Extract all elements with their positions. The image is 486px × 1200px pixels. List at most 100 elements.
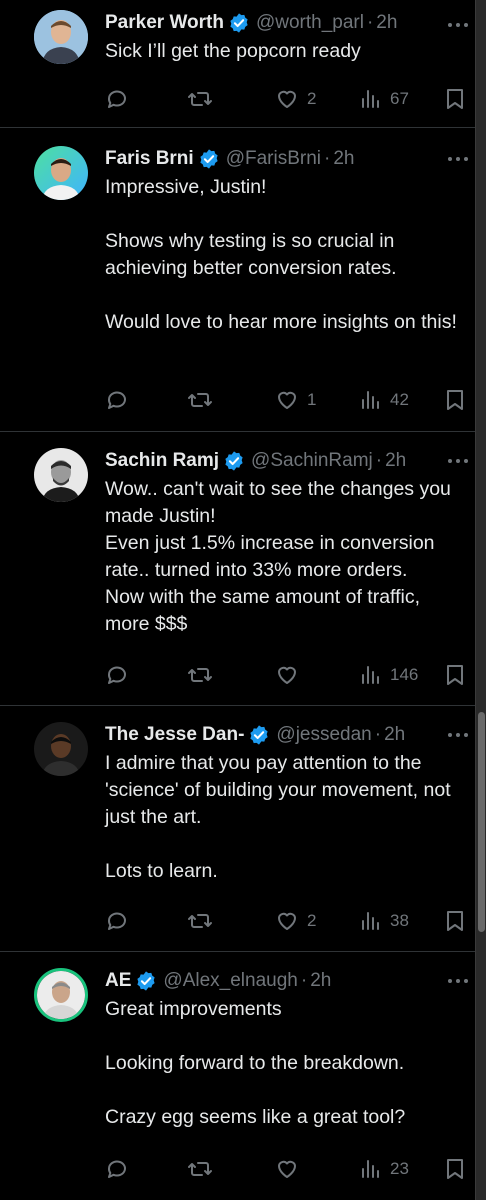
timestamp[interactable]: 2h [333,148,354,170]
like-button[interactable]: 2 [275,86,316,112]
views-icon [362,1160,379,1178]
views-button[interactable]: 38 [360,908,409,934]
verified-badge-icon [137,971,156,991]
bookmark-button[interactable] [445,1156,465,1182]
tweet-text: Wow.. can't wait to see the changes you … [105,478,451,635]
reply-button[interactable] [105,387,129,413]
views-button[interactable]: 67 [360,86,409,112]
tweet-text: Great improvements Looking forward to th… [105,998,406,1128]
like-button[interactable]: 2 [275,908,316,934]
view-count: 42 [390,390,409,409]
like-button[interactable] [275,662,307,688]
views-icon [362,391,379,409]
tweet-faris-brni[interactable]: Faris Brni @FarisBrni · 2h Impressive, J… [0,128,476,432]
verified-badge-icon [250,725,269,745]
retweet-button[interactable] [187,1156,213,1182]
action-bar: 2 67 [105,86,465,112]
handle[interactable]: @FarisBrni [226,148,321,170]
timestamp[interactable]: 2h [310,970,331,992]
retweet-icon [188,1162,212,1176]
reply-button[interactable] [105,1156,129,1182]
tweet-text: Sick I’ll get the popcorn ready [105,40,361,62]
more-icon[interactable] [446,968,470,994]
reply-button[interactable] [105,86,129,112]
heart-icon [278,1160,296,1178]
display-name[interactable]: Parker Worth [105,12,224,34]
views-button[interactable]: 146 [360,662,418,688]
like-button[interactable]: 1 [275,387,316,413]
separator: · [300,970,308,991]
bookmark-button[interactable] [445,662,465,688]
view-count: 146 [390,665,419,684]
like-button[interactable] [275,1156,307,1182]
more-icon[interactable] [446,12,470,38]
display-name[interactable]: Sachin Ramj [105,450,219,472]
reply-icon [108,912,126,930]
timestamp[interactable]: 2h [384,724,405,746]
display-name[interactable]: The Jesse Dan- [105,724,244,746]
like-count: 1 [307,390,317,409]
tweet-header: The Jesse Dan- @jessedan · 2h [105,722,462,748]
heart-icon [278,391,296,409]
avatar[interactable] [34,448,88,502]
tweet-sachin-ramj[interactable]: Sachin Ramj @SachinRamj · 2h Wow.. can't… [0,432,476,706]
reply-icon [108,666,126,684]
handle[interactable]: @worth_parl [256,12,364,34]
bookmark-button[interactable] [445,908,465,934]
retweet-icon [188,393,212,407]
handle[interactable]: @SachinRamj [251,450,373,472]
avatar[interactable] [34,968,88,1022]
heart-icon [278,666,296,684]
separator: · [324,148,331,169]
heart-icon [278,90,296,108]
handle[interactable]: @Alex_elnaugh [163,970,297,992]
retweet-icon [188,914,212,928]
bookmark-button[interactable] [445,86,465,112]
tweet-text: I admire that you pay attention to the '… [105,752,451,882]
reply-button[interactable] [105,908,129,934]
tweet-text: Impressive, Justin! Shows why testing is… [105,176,457,333]
retweet-button[interactable] [187,86,213,112]
separator: · [374,724,382,745]
tweet-parker-worth[interactable]: Parker Worth @worth_parl · 2h Sick I’ll … [0,0,476,128]
display-name[interactable]: AE [105,970,131,992]
handle[interactable]: @jessedan [276,724,371,746]
avatar[interactable] [34,146,88,200]
bookmark-icon [447,665,463,685]
reply-icon [108,391,126,409]
tweet-header: AE @Alex_elnaugh · 2h [105,968,462,994]
bookmark-button[interactable] [445,387,465,413]
scrollbar-track[interactable] [475,0,486,1200]
tweet-header: Sachin Ramj @SachinRamj · 2h [105,448,462,474]
bookmark-icon [447,89,463,109]
more-icon[interactable] [446,722,470,748]
bookmark-icon [447,911,463,931]
reply-button[interactable] [105,662,129,688]
display-name[interactable]: Faris Brni [105,148,194,170]
tweet-header: Parker Worth @worth_parl · 2h [105,10,462,36]
action-bar: 2 38 [105,908,465,934]
reply-icon [108,90,126,108]
avatar[interactable] [34,10,88,64]
views-button[interactable]: 42 [360,387,409,413]
separator: · [375,450,383,471]
retweet-button[interactable] [187,908,213,934]
bookmark-icon [447,1159,463,1179]
views-button[interactable]: 23 [360,1156,409,1182]
avatar[interactable] [34,722,88,776]
views-icon [362,912,379,930]
more-icon[interactable] [446,146,470,172]
verified-badge-icon [200,149,218,169]
more-icon[interactable] [446,448,470,474]
retweet-button[interactable] [187,387,213,413]
timestamp[interactable]: 2h [385,450,406,472]
timestamp[interactable]: 2h [376,12,397,34]
tweet-ae[interactable]: AE @Alex_elnaugh · 2h Great improvements… [0,952,476,1200]
retweet-icon [188,668,212,682]
action-bar: 1 42 [105,387,465,413]
like-count: 2 [307,89,317,108]
reply-timeline: Parker Worth @worth_parl · 2h Sick I’ll … [0,0,476,1200]
scrollbar-thumb[interactable] [478,712,485,932]
retweet-button[interactable] [187,662,213,688]
tweet-jesse-dan[interactable]: The Jesse Dan- @jessedan · 2h I admire t… [0,706,476,952]
